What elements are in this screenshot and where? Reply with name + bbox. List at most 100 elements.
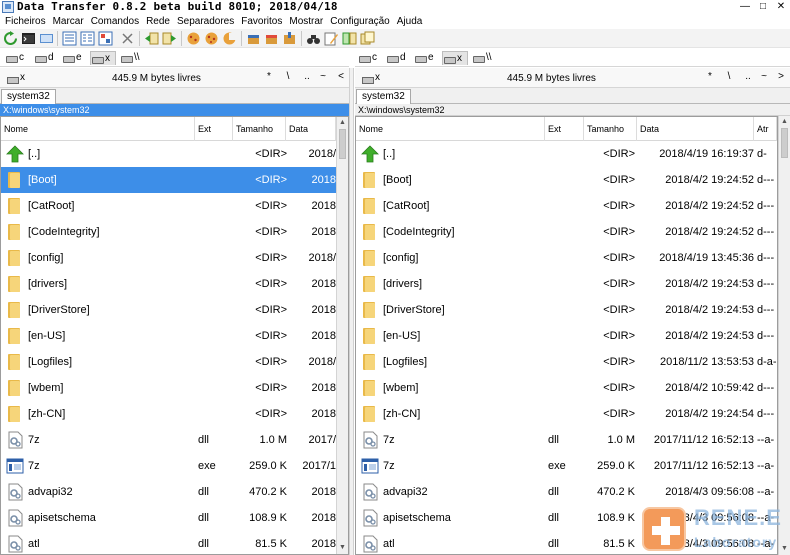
file-row[interactable]: [zh-CN] <DIR> 2018 (1, 401, 336, 427)
menu-ficheiros[interactable]: Ficheiros (2, 14, 50, 29)
package-2-icon[interactable] (264, 31, 279, 46)
nav-parent[interactable]: .. (302, 71, 312, 82)
file-row[interactable]: [CodeIntegrity] <DIR> 2018 (1, 219, 336, 245)
scroll-thumb[interactable] (781, 128, 788, 158)
file-row[interactable]: [config] <DIR> 2018/ (1, 245, 336, 271)
view-brief-icon[interactable] (62, 31, 77, 46)
tab-system32[interactable]: system32 (1, 89, 56, 104)
file-row[interactable]: [..] <DIR> 2018/ (1, 141, 336, 167)
drive-x-button[interactable]: x (442, 51, 468, 65)
file-row[interactable]: atl dll 81.5 K 2018/4/3 09:56:08 --a- (356, 531, 777, 554)
scroll-up-arrow[interactable]: ▲ (337, 117, 348, 129)
split-icon[interactable] (120, 31, 135, 46)
tab-system32[interactable]: system32 (356, 89, 411, 104)
scroll-up-arrow[interactable]: ▲ (779, 116, 790, 128)
file-row[interactable]: [en-US] <DIR> 2018 (1, 323, 336, 349)
nav-root-all[interactable]: * (705, 71, 715, 82)
column-date[interactable]: Data (286, 117, 336, 141)
menu-rede[interactable]: Rede (143, 14, 174, 29)
network-icon[interactable] (39, 31, 54, 46)
file-row[interactable]: [Boot] <DIR> 2018 (1, 167, 336, 193)
file-list[interactable]: Nome Ext Tamanho Data Atr [..] <DIR> 2018/… (355, 116, 778, 555)
column-ext[interactable]: Ext (545, 117, 584, 141)
refresh-icon[interactable] (3, 31, 18, 46)
file-row[interactable]: apisetschema dll 108.9 K 2018 (1, 505, 336, 531)
package-3-icon[interactable] (282, 31, 297, 46)
nav-home[interactable]: ~ (759, 71, 769, 82)
nav-parent[interactable]: .. (743, 71, 753, 82)
nav-history[interactable]: > (776, 71, 786, 82)
file-row[interactable]: 7z dll 1.0 M 2017/11/12 16:52:13 --a- (356, 427, 777, 453)
file-row[interactable]: advapi32 dll 470.2 K 2018/4/3 09:56:08 --a- (356, 479, 777, 505)
file-row[interactable]: [drivers] <DIR> 2018/4/2 19:24:53 d--- (356, 271, 777, 297)
column-name[interactable]: Nome (1, 117, 195, 141)
file-row[interactable]: [CatRoot] <DIR> 2018/4/2 19:24:52 d--- (356, 193, 777, 219)
scroll-down-arrow[interactable]: ▼ (337, 542, 348, 554)
menu-mostrar[interactable]: Mostrar (286, 14, 327, 29)
drive-e-button[interactable]: e (414, 51, 434, 65)
nav-home[interactable]: ~ (318, 71, 328, 82)
nav-root-all[interactable]: * (264, 71, 274, 82)
nav-history[interactable]: < (336, 71, 346, 82)
current-path[interactable]: X:\windows\system32 (0, 104, 349, 116)
cookie-3-icon[interactable] (222, 31, 237, 46)
drive-d-button[interactable]: d (386, 51, 406, 65)
file-row[interactable]: [CatRoot] <DIR> 2018 (1, 193, 336, 219)
binoculars-icon[interactable] (306, 31, 321, 46)
copy-right-icon[interactable] (162, 31, 177, 46)
column-size[interactable]: Tamanho (584, 117, 637, 141)
file-row[interactable]: [..] <DIR> 2018/4/19 16:19:37 d- (356, 141, 777, 167)
menu-configuracao[interactable]: Configuração (327, 14, 393, 29)
file-row[interactable]: advapi32 dll 470.2 K 2018 (1, 479, 336, 505)
column-ext[interactable]: Ext (195, 117, 233, 141)
vertical-scrollbar[interactable]: ▲ ▼ (336, 117, 348, 554)
minimize-button[interactable]: — (736, 0, 754, 14)
cookie-2-icon[interactable] (204, 31, 219, 46)
column-size[interactable]: Tamanho (233, 117, 286, 141)
file-row[interactable]: [Logfiles] <DIR> 2018/ (1, 349, 336, 375)
drive-c-button[interactable]: c (358, 51, 377, 65)
column-name[interactable]: Nome (356, 117, 545, 141)
menu-comandos[interactable]: Comandos (88, 14, 143, 29)
file-row[interactable]: 7z exe 259.0 K 2017/11/12 16:52:13 --a- (356, 453, 777, 479)
file-row[interactable]: [config] <DIR> 2018/4/19 13:45:36 d--- (356, 245, 777, 271)
file-row[interactable]: [Logfiles] <DIR> 2018/11/2 13:53:53 d-a- (356, 349, 777, 375)
close-button[interactable]: ✕ (772, 0, 790, 14)
file-row[interactable]: atl dll 81.5 K 2018 (1, 531, 336, 554)
view-full-icon[interactable] (80, 31, 95, 46)
menu-separadores[interactable]: Separadores (174, 14, 238, 29)
current-path[interactable]: X:\windows\system32 (355, 104, 790, 116)
file-row[interactable]: [zh-CN] <DIR> 2018/4/2 19:24:54 d--- (356, 401, 777, 427)
menu-marcar[interactable]: Marcar (50, 14, 88, 29)
scroll-thumb[interactable] (339, 129, 346, 159)
nav-root[interactable]: \ (724, 71, 734, 82)
maximize-button[interactable]: □ (754, 0, 772, 14)
compare-icon[interactable] (342, 31, 357, 46)
file-row[interactable]: [DriverStore] <DIR> 2018/4/2 19:24:53 d--- (356, 297, 777, 323)
drive-network-button[interactable]: \\ (120, 51, 140, 65)
column-attr[interactable]: Atr (754, 117, 777, 141)
file-row[interactable]: [en-US] <DIR> 2018/4/2 19:24:53 d--- (356, 323, 777, 349)
nav-root[interactable]: \ (283, 71, 293, 82)
menu-favoritos[interactable]: Favoritos (238, 14, 286, 29)
drive-network-button[interactable]: \\ (472, 51, 492, 65)
drive-c-button[interactable]: c (5, 51, 24, 65)
package-icon[interactable] (246, 31, 261, 46)
column-date[interactable]: Data (637, 117, 754, 141)
panel-splitter[interactable] (349, 68, 354, 555)
file-row[interactable]: [Boot] <DIR> 2018/4/2 19:24:52 d--- (356, 167, 777, 193)
scroll-down-arrow[interactable]: ▼ (779, 543, 790, 555)
file-row[interactable]: [CodeIntegrity] <DIR> 2018/4/2 19:24:52 d--… (356, 219, 777, 245)
view-tree-icon[interactable] (98, 31, 113, 46)
menu-ajuda[interactable]: Ajuda (394, 14, 427, 29)
terminal-icon[interactable] (21, 31, 36, 46)
file-row[interactable]: [DriverStore] <DIR> 2018 (1, 297, 336, 323)
file-row[interactable]: apisetschema dll 108.9 K 2018/4/3 09:56:08-… (356, 505, 777, 531)
file-row[interactable]: 7z dll 1.0 M 2017/ (1, 427, 336, 453)
drive-d-button[interactable]: d (34, 51, 54, 65)
copy-left-icon[interactable] (144, 31, 159, 46)
cookie-icon[interactable] (186, 31, 201, 46)
file-row[interactable]: 7z exe 259.0 K 2017/1 (1, 453, 336, 479)
vertical-scrollbar[interactable]: ▲ ▼ (778, 116, 790, 555)
multi-rename-icon[interactable] (360, 31, 375, 46)
